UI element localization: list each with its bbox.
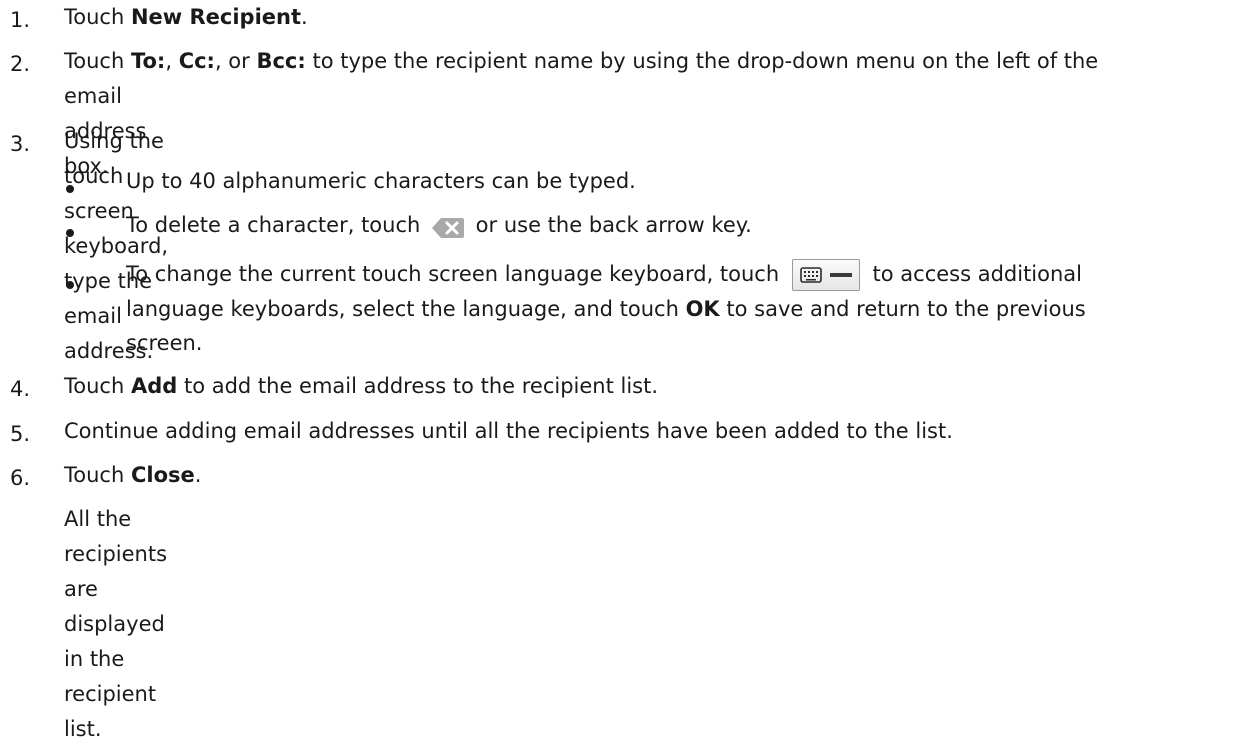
step-note: All the recipients are displayed in the … <box>64 507 168 741</box>
bullet-text-cont: screen. <box>126 331 203 355</box>
step-text: Touch Add to add the email address to th… <box>64 374 659 398</box>
bullet-dot <box>66 229 74 237</box>
bullet-text: To change the current touch screen langu… <box>126 257 1082 292</box>
step-number: 4. <box>10 377 31 401</box>
step-text: Touch To:, Cc:, or Bcc: to type the reci… <box>64 49 1099 73</box>
bullet-text-cont: language keyboards, select the language,… <box>126 297 1086 321</box>
backspace-icon <box>431 215 465 238</box>
step-number: 6. <box>10 466 31 490</box>
bullet-dot <box>66 185 74 193</box>
step-number: 1. <box>10 8 31 32</box>
step-text: Touch Close. <box>64 463 202 487</box>
step-text: Touch New Recipient. <box>64 5 308 29</box>
step-number: 2. <box>10 52 31 76</box>
step-number: 5. <box>10 422 31 446</box>
bullet-text: Up to 40 alphanumeric characters can be … <box>126 169 636 193</box>
step-number: 3. <box>10 132 31 156</box>
bullet-text: To delete a character, touch or use the … <box>126 213 752 238</box>
bullet-dot <box>66 281 74 289</box>
step-text: Continue adding email addresses until al… <box>64 419 953 443</box>
keyboard-language-icon <box>791 259 860 291</box>
